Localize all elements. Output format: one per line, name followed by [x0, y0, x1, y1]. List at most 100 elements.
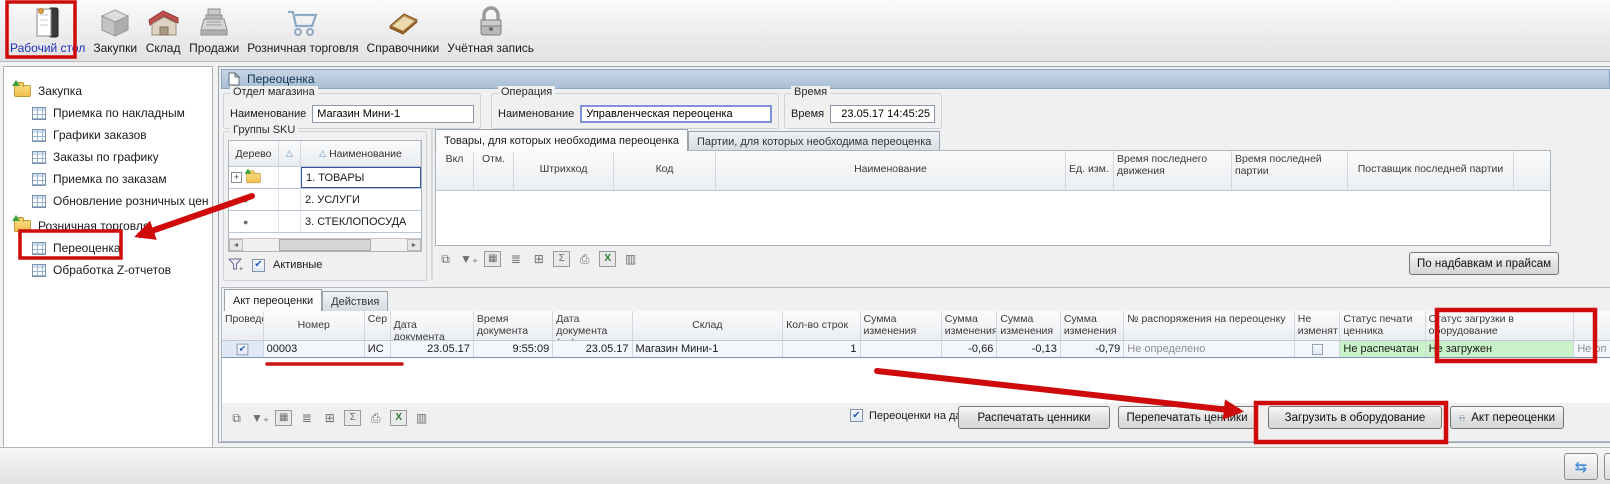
scroll-right-icon[interactable]: ►: [407, 239, 421, 251]
sidebar-group-retail[interactable]: Розничная торговля: [4, 214, 212, 237]
column-header[interactable]: Время последнего движения: [1114, 151, 1232, 190]
numbering-icon[interactable]: ≣: [507, 251, 524, 267]
sidebar-item-receipt-orders[interactable]: Приемка по заказам: [4, 168, 212, 190]
toolbar-item-purchases[interactable]: Закупки: [89, 0, 141, 58]
column-header[interactable]: Наименование: [716, 151, 1066, 190]
column-header[interactable]: Дата документа: [391, 311, 474, 340]
select-rows-icon[interactable]: ⧉: [437, 251, 454, 267]
column-header[interactable]: Отм.: [474, 151, 514, 190]
sidebar-item-order-schedules[interactable]: Графики заказов: [4, 124, 212, 146]
posted-checkbox[interactable]: [236, 343, 248, 355]
store-name-input[interactable]: [312, 105, 474, 123]
by-markups-button[interactable]: По надбавкам и прайсам: [1409, 252, 1559, 275]
column-header[interactable]: Сумма изменения: [942, 311, 998, 340]
sidebar-item-retail-price-update[interactable]: Обновление розничных цен: [4, 190, 212, 212]
toolbar-item-sales[interactable]: Продажи: [185, 0, 243, 58]
column-header[interactable]: Сумма изменения: [1061, 311, 1124, 340]
column-header[interactable]: Дата документа (до): [553, 311, 632, 340]
act-sum1-cell[interactable]: [861, 341, 942, 357]
tab-revaluation-act[interactable]: Акт переоценки: [224, 289, 322, 311]
clipped-button[interactable]: [1604, 453, 1610, 480]
scrollbar-track[interactable]: [243, 239, 407, 251]
column-header[interactable]: Время документа: [474, 311, 553, 340]
act-sum2-cell[interactable]: -0,66: [942, 341, 998, 357]
sku-row-glassware[interactable]: 3. СТЕКЛОПОСУДА: [229, 211, 421, 233]
column-header[interactable]: Проведе: [222, 311, 264, 340]
excel-export-icon[interactable]: X: [390, 410, 407, 426]
active-checkbox[interactable]: [252, 259, 265, 272]
operation-name-input[interactable]: [580, 105, 772, 123]
revaluation-act-button[interactable]: Акт переоценки: [1450, 406, 1564, 429]
column-header[interactable]: Номер: [264, 311, 365, 340]
act-number-cell[interactable]: 00003: [264, 341, 365, 357]
load-status-cell[interactable]: Не загружен: [1426, 341, 1575, 357]
time-input[interactable]: [830, 105, 935, 123]
sidebar-item-zreports[interactable]: Обработка Z-отчетов: [4, 259, 212, 281]
print-icon[interactable]: ⎙: [576, 251, 593, 267]
columns-icon[interactable]: ▦: [275, 410, 292, 426]
sidebar-item-revaluation[interactable]: Переоценка: [4, 237, 212, 259]
print-price-tags-button[interactable]: Распечатать ценники: [958, 406, 1110, 429]
column-header-sort[interactable]: [279, 141, 301, 166]
refresh-button[interactable]: ⇆: [1564, 453, 1598, 480]
column-header[interactable]: Сер: [365, 311, 391, 340]
sku-row-label[interactable]: 3. СТЕКЛОПОСУДА: [301, 211, 421, 232]
column-header[interactable]: Время последней партии: [1232, 151, 1348, 190]
column-header[interactable]: Склад: [633, 311, 784, 340]
act-order-cell[interactable]: Не определено: [1124, 341, 1294, 357]
expand-icon[interactable]: [231, 172, 242, 183]
reprint-price-tags-button[interactable]: Перепечатать ценники: [1118, 406, 1256, 429]
act-row-00003[interactable]: 00003 ИС 23.05.17 9:55:09 23.05.17 Магаз…: [222, 341, 1610, 358]
column-header[interactable]: Поставщик последней партии: [1348, 151, 1514, 190]
sum-icon[interactable]: Σ: [553, 251, 570, 267]
sku-row-label[interactable]: 2. УСЛУГИ: [301, 189, 421, 210]
column-header[interactable]: Штрихкод: [514, 151, 614, 190]
toolbar-item-desktop[interactable]: Рабочий стол: [6, 0, 89, 58]
toolbar-item-warehouse[interactable]: Склад: [141, 0, 185, 58]
tab-batches-revaluation[interactable]: Партии, для которых необходима переоценк…: [688, 131, 940, 151]
sidebar-group-purchase[interactable]: Закупка: [4, 79, 212, 102]
load-to-equipment-button[interactable]: Загрузить в оборудование: [1268, 406, 1442, 429]
column-header[interactable]: Сумма изменения: [861, 311, 942, 340]
print-status-cell[interactable]: Не распечатан: [1340, 341, 1425, 357]
excel-export-icon[interactable]: X: [599, 251, 616, 267]
act-lines-cell[interactable]: 1: [783, 341, 860, 357]
calculator-icon[interactable]: ⊞: [530, 251, 547, 267]
sku-row-goods[interactable]: 1. ТОВАРЫ: [229, 167, 421, 189]
filter-plus-icon[interactable]: ▼₊: [251, 410, 269, 426]
no-change-checkbox[interactable]: [1312, 343, 1323, 354]
scrollbar-thumb[interactable]: [279, 239, 371, 251]
toolbar-item-account[interactable]: Учётная запись: [443, 0, 538, 58]
grid-settings-icon[interactable]: ▥: [413, 410, 430, 426]
column-header[interactable]: Статус печати ценника: [1340, 311, 1425, 340]
scroll-left-icon[interactable]: ◄: [229, 239, 243, 251]
sku-row-services[interactable]: 2. УСЛУГИ: [229, 189, 421, 211]
columns-icon[interactable]: ▦: [484, 251, 501, 267]
sum-icon[interactable]: Σ: [344, 410, 361, 426]
act-time-cell[interactable]: 9:55:09: [474, 341, 553, 357]
column-header[interactable]: Не изменят: [1295, 311, 1341, 340]
horizontal-scrollbar[interactable]: ◄ ►: [229, 238, 421, 251]
act-series-cell[interactable]: ИС: [365, 341, 391, 357]
column-header-tree[interactable]: Дерево: [229, 141, 279, 166]
clipped-status-cell[interactable]: Не оп: [1574, 341, 1610, 357]
select-rows-icon[interactable]: ⧉: [228, 410, 245, 426]
act-date-cell[interactable]: 23.05.17: [391, 341, 474, 357]
sidebar-item-receipt-invoices[interactable]: Приемка по накладным: [4, 102, 212, 124]
column-header[interactable]: Статус загрузки в оборудование: [1426, 311, 1575, 340]
filter-icon[interactable]: +: [228, 258, 244, 272]
column-header[interactable]: Вкл: [436, 151, 474, 190]
sidebar-item-orders-by-schedule[interactable]: Заказы по графику: [4, 146, 212, 168]
column-header[interactable]: Кол-во строк: [783, 311, 860, 340]
act-sum4-cell[interactable]: -0,79: [1061, 341, 1124, 357]
numbering-icon[interactable]: ≣: [298, 410, 315, 426]
column-header[interactable]: № распоряжения на переоценку: [1124, 311, 1294, 340]
sku-row-label[interactable]: 1. ТОВАРЫ: [301, 167, 421, 188]
toolbar-item-retail[interactable]: Розничная торговля: [243, 0, 362, 58]
column-header[interactable]: Сумма изменения: [997, 311, 1060, 340]
grid-settings-icon[interactable]: ▥: [622, 251, 639, 267]
column-header-name[interactable]: Наименование: [301, 141, 421, 166]
toolbar-item-references[interactable]: Справочники: [363, 0, 444, 58]
act-warehouse-cell[interactable]: Магазин Мини-1: [633, 341, 784, 357]
act-sum3-cell[interactable]: -0,13: [997, 341, 1060, 357]
